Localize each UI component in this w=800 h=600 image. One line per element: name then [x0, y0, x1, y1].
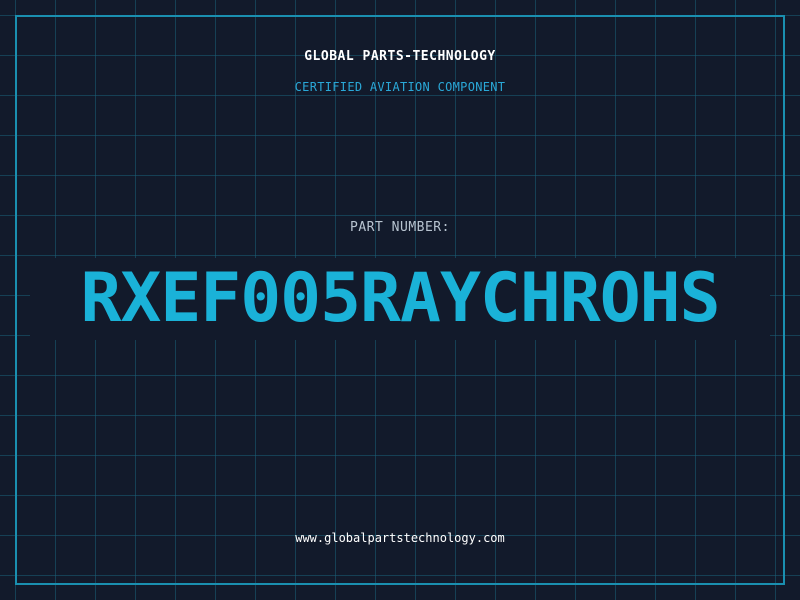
certification-subtitle: CERTIFIED AVIATION COMPONENT [294, 80, 506, 94]
company-name: GLOBAL PARTS-TECHNOLOGY [304, 49, 496, 64]
part-number-value: RXEF005RAYCHROHS [30, 258, 770, 340]
part-card: GLOBAL PARTS-TECHNOLOGY CERTIFIED AVIATI… [0, 0, 800, 600]
part-number-label: PART NUMBER: [350, 220, 450, 235]
website-url: www.globalpartstechnology.com [295, 531, 505, 545]
